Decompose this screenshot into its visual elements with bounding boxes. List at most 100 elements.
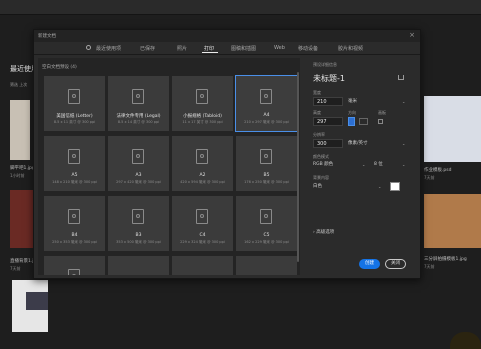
document-name-field[interactable]: 未标题-1 xyxy=(313,73,345,84)
file-thumbnail-overlay xyxy=(26,292,48,310)
preset-size: 420 x 594 毫米 @ 300 ppi xyxy=(180,180,225,184)
preset-name: B4 xyxy=(71,233,78,238)
decorative-graphic xyxy=(450,332,481,349)
width-unit-select[interactable]: 毫米 xyxy=(348,97,357,106)
artboards-label: 画板 xyxy=(378,110,386,115)
advanced-options-label: 高级选项 xyxy=(316,230,335,235)
preset-size: 8.5 x 14 英寸 @ 300 ppi xyxy=(117,120,160,124)
bit-depth-select[interactable]: 8 位 xyxy=(374,160,383,169)
chevron-down-icon: ⌄ xyxy=(362,162,366,167)
preset-name: C4 xyxy=(199,233,206,238)
recent-filter-labels: 筛选 上次 xyxy=(10,82,28,87)
preset-card-selected[interactable]: A4 210 x 297 毫米 @ 300 ppi xyxy=(235,75,298,132)
file-meta: 7天前 xyxy=(424,175,435,180)
background-color-swatch[interactable] xyxy=(390,182,400,191)
preset-name: B5 xyxy=(263,173,270,178)
document-icon xyxy=(196,209,208,224)
preset-card[interactable] xyxy=(236,256,297,275)
tab-web[interactable]: Web xyxy=(274,45,285,51)
preset-card[interactable]: A5 148 x 210 毫米 @ 300 ppi xyxy=(44,136,105,191)
dialog-title: 新建文档 xyxy=(38,34,56,39)
clock-icon xyxy=(86,45,91,50)
background-content-select[interactable]: 白色 xyxy=(313,182,322,191)
presets-header: 空白文档预设 (4) xyxy=(42,65,77,70)
advanced-options-toggle[interactable]: › 高级选项 xyxy=(313,229,334,235)
preset-card[interactable]: B5 176 x 250 毫米 @ 300 ppi xyxy=(236,136,297,191)
file-meta: 1小时前 xyxy=(10,173,25,178)
preset-card[interactable] xyxy=(108,256,169,275)
document-icon xyxy=(68,269,80,275)
save-preset-icon[interactable] xyxy=(398,75,404,80)
file-thumbnail[interactable] xyxy=(424,194,481,248)
tab-photo[interactable]: 照片 xyxy=(177,45,187,52)
document-icon xyxy=(132,209,144,224)
file-thumbnail[interactable] xyxy=(10,190,34,248)
chevron-down-icon: ⌄ xyxy=(378,184,382,189)
landscape-orientation-button[interactable] xyxy=(359,118,368,125)
portrait-orientation-button[interactable] xyxy=(348,117,355,126)
preset-card[interactable]: A3 297 x 420 毫米 @ 300 ppi xyxy=(108,136,169,191)
dialog-titlebar: 新建文档 × xyxy=(34,30,420,42)
preset-card[interactable]: C5 162 x 229 毫米 @ 300 ppi xyxy=(236,196,297,251)
height-label: 高度 xyxy=(313,110,321,115)
file-name: 脚平吧1.jpg xyxy=(10,166,35,171)
preset-size: 229 x 324 毫米 @ 300 ppi xyxy=(180,240,225,244)
resolution-input[interactable]: 300 xyxy=(313,139,343,148)
tab-mobile[interactable]: 移动设备 xyxy=(298,45,318,52)
document-icon xyxy=(260,149,272,164)
preset-category-tabs: 最近使用项 已保存 照片 打印 图稿和插图 Web 移动设备 胶片和视频 xyxy=(34,42,420,55)
color-mode-select[interactable]: RGB 颜色 xyxy=(313,160,333,169)
preset-card[interactable]: 美国信纸 (Letter) 8.5 x 11 英寸 @ 300 ppi xyxy=(44,76,105,131)
preset-name: 美国信纸 (Letter) xyxy=(56,114,93,119)
document-icon xyxy=(132,149,144,164)
file-meta: 7天前 xyxy=(424,264,435,269)
preset-name: 小报规格 (Tabloid) xyxy=(183,114,222,119)
artboards-checkbox[interactable] xyxy=(378,119,383,124)
tab-print[interactable]: 打印 xyxy=(204,45,214,52)
preset-scrollbar[interactable] xyxy=(297,72,299,262)
document-icon xyxy=(68,149,80,164)
preset-name: B3 xyxy=(135,233,142,238)
preset-card[interactable]: 小报规格 (Tabloid) 11 x 17 英寸 @ 300 ppi xyxy=(172,76,233,131)
preset-name: A5 xyxy=(71,173,78,178)
orientation-label: 方向 xyxy=(348,110,356,115)
width-input[interactable]: 210 xyxy=(313,97,343,106)
resolution-label: 分辨率 xyxy=(313,132,325,137)
preset-size: 8.5 x 11 英寸 @ 300 ppi xyxy=(53,120,96,124)
preset-size: 353 x 500 毫米 @ 300 ppi xyxy=(116,240,161,244)
preset-card[interactable]: A2 420 x 594 毫米 @ 300 ppi xyxy=(172,136,233,191)
file-thumbnail[interactable] xyxy=(10,100,30,160)
preset-card[interactable]: 法律文件专用 (Legal) 8.5 x 14 英寸 @ 300 ppi xyxy=(108,76,169,131)
document-icon xyxy=(196,89,208,104)
document-icon xyxy=(132,89,144,104)
preset-details-panel: 预设详细信息 未标题-1 宽度 210 毫米 ⌄ 高度 方向 画板 297 分辨… xyxy=(310,58,416,275)
preset-card[interactable]: C4 229 x 324 毫米 @ 300 ppi xyxy=(172,196,233,251)
file-thumbnail[interactable] xyxy=(424,96,481,162)
preset-size: 176 x 250 毫米 @ 300 ppi xyxy=(244,180,289,184)
preset-card[interactable]: B4 250 x 353 毫米 @ 300 ppi xyxy=(44,196,105,251)
tab-recent[interactable]: 最近使用项 xyxy=(96,45,121,52)
preset-name: C5 xyxy=(263,233,270,238)
resolution-unit-select[interactable]: 像素/英寸 xyxy=(348,139,368,148)
document-icon xyxy=(68,89,80,104)
preset-card[interactable] xyxy=(44,256,105,275)
document-icon xyxy=(260,209,272,224)
tab-film-video[interactable]: 胶片和视频 xyxy=(338,45,363,52)
close-icon[interactable]: × xyxy=(409,31,415,39)
tab-art-illustration[interactable]: 图稿和插图 xyxy=(231,45,256,52)
file-meta: 7天前 xyxy=(10,266,21,271)
preset-card[interactable] xyxy=(172,256,233,275)
create-button[interactable]: 创建 xyxy=(359,259,380,269)
preset-size: 210 x 297 毫米 @ 300 ppi xyxy=(244,120,289,124)
preset-size: 297 x 420 毫米 @ 300 ppi xyxy=(116,180,161,184)
tab-saved[interactable]: 已保存 xyxy=(140,45,155,52)
preset-size: 250 x 353 毫米 @ 300 ppi xyxy=(52,240,97,244)
close-button[interactable]: 关闭 xyxy=(385,259,406,269)
app-menu-bar xyxy=(0,0,481,15)
chevron-down-icon: ⌄ xyxy=(402,99,406,104)
preset-size: 162 x 229 毫米 @ 300 ppi xyxy=(244,240,289,244)
active-tab-indicator xyxy=(202,52,218,53)
preset-card[interactable]: B3 353 x 500 毫米 @ 300 ppi xyxy=(108,196,169,251)
file-name: 作业模板.psd xyxy=(424,168,452,173)
height-input[interactable]: 297 xyxy=(313,117,343,126)
